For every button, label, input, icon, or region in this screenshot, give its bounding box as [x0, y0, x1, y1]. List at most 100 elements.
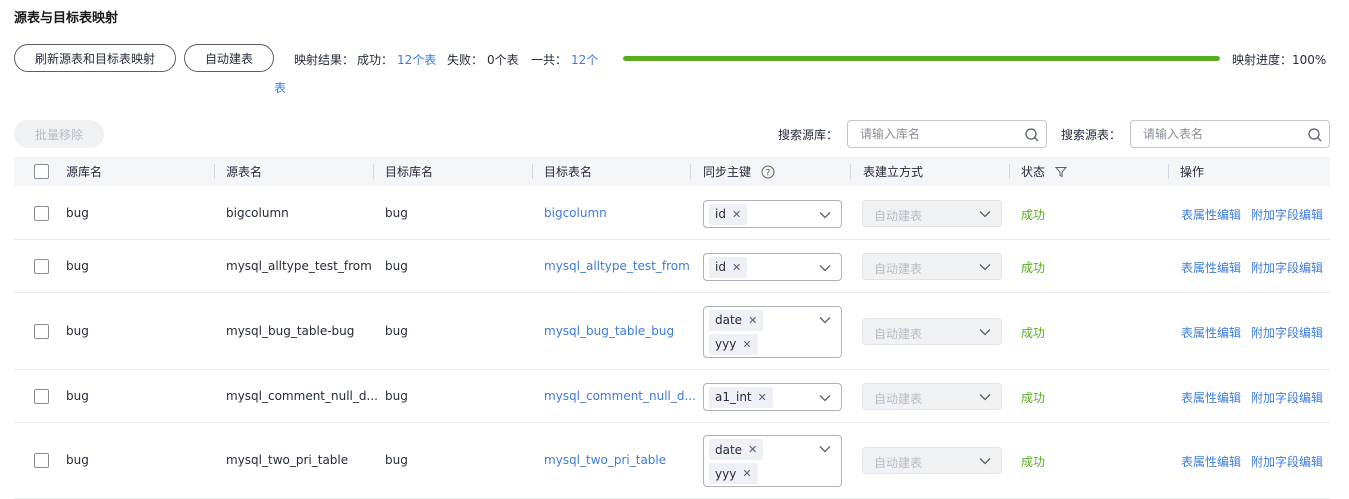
cell-target-table-link[interactable]: bigcolumn: [544, 206, 607, 220]
status-text: 成功: [1021, 455, 1046, 469]
result-prefix: 映射结果：: [294, 53, 355, 67]
search-source-db-label: 搜索源库：: [778, 128, 839, 142]
search-source-db-input[interactable]: [860, 127, 1020, 141]
edit-extra-fields-link[interactable]: 附加字段编辑: [1251, 259, 1323, 276]
edit-extra-fields-link[interactable]: 附加字段编辑: [1251, 324, 1323, 341]
edit-table-props-link[interactable]: 表属性编辑: [1181, 389, 1241, 406]
chevron-down-icon: [979, 458, 991, 465]
sync-pk-select[interactable]: date ✕ yyy ✕: [703, 435, 842, 487]
sync-pk-select[interactable]: id ✕: [703, 199, 842, 228]
column-header-source-table: 源表名: [226, 165, 263, 179]
page-title: 源表与目标表映射: [14, 11, 119, 26]
key-tag: yyy ✕: [709, 463, 758, 484]
create-mode-value: 自动建表: [874, 326, 923, 341]
refresh-mapping-button[interactable]: 刷新源表和目标表映射: [14, 44, 176, 72]
row-checkbox[interactable]: [34, 205, 49, 221]
create-mode-value: 自动建表: [874, 208, 923, 223]
mapping-progress-fill: [623, 56, 1220, 61]
select-all-checkbox[interactable]: [34, 164, 49, 179]
status-text: 成功: [1021, 260, 1046, 275]
table-row: bug mysql_two_pri_table bug mysql_two_pr…: [14, 423, 1330, 499]
create-mode-value: 自动建表: [874, 391, 923, 406]
row-checkbox[interactable]: [34, 453, 49, 468]
key-tag: id ✕: [709, 203, 748, 225]
search-icon[interactable]: [1024, 127, 1040, 143]
row-checkbox[interactable]: [34, 388, 49, 404]
key-tag-label: date: [715, 313, 743, 327]
close-icon[interactable]: ✕: [742, 338, 751, 351]
close-icon[interactable]: ✕: [748, 314, 757, 327]
table-row: bug mysql_alltype_test_from bug mysql_al…: [14, 240, 1330, 293]
key-tag: date ✕: [709, 309, 764, 331]
close-icon[interactable]: ✕: [742, 467, 751, 480]
svg-text:?: ?: [766, 168, 771, 178]
cell-target-table-link[interactable]: mysql_alltype_test_from: [544, 259, 690, 273]
close-icon[interactable]: ✕: [732, 208, 741, 221]
column-header-source-db: 源库名: [66, 165, 103, 179]
mapping-progress-bar: [623, 56, 1220, 61]
create-mode-select: 自动建表: [862, 382, 1002, 410]
create-mode-value: 自动建表: [874, 456, 923, 470]
column-header-actions: 操作: [1180, 165, 1205, 179]
key-tag-label: id: [715, 260, 726, 274]
result-total-value-wrap[interactable]: 表: [274, 79, 286, 96]
edit-extra-fields-link[interactable]: 附加字段编辑: [1251, 389, 1323, 406]
chevron-down-icon: [819, 394, 831, 401]
close-icon[interactable]: ✕: [732, 261, 741, 274]
edit-extra-fields-link[interactable]: 附加字段编辑: [1251, 453, 1323, 470]
cell-source-db: bug: [66, 258, 89, 273]
column-header-sync-pk-label: 同步主键: [703, 165, 752, 179]
close-icon[interactable]: ✕: [758, 391, 767, 404]
key-tag-label: a1_int: [715, 390, 752, 404]
result-fail-value: 0个表: [487, 53, 519, 67]
sync-pk-select[interactable]: date ✕ yyy ✕: [703, 305, 842, 358]
sync-pk-select[interactable]: a1_int ✕: [703, 382, 842, 411]
result-success-value[interactable]: 12个表: [397, 51, 436, 68]
cell-target-db: bug: [385, 258, 408, 273]
create-mode-select: 自动建表: [862, 252, 1002, 280]
table-header: 源库名 源表名 目标库名 目标表名 同步主键 ? 表建立方式 状态 操作: [14, 157, 1330, 186]
column-header-status-label: 状态: [1021, 165, 1046, 179]
edit-table-props-link[interactable]: 表属性编辑: [1181, 453, 1241, 470]
result-total-value[interactable]: 12个: [571, 51, 598, 68]
cell-target-db: bug: [385, 453, 408, 467]
row-checkbox[interactable]: [34, 258, 49, 274]
key-tag-label: date: [715, 442, 743, 457]
key-tag-label: yyy: [715, 337, 737, 351]
edit-extra-fields-link[interactable]: 附加字段编辑: [1251, 206, 1323, 223]
chevron-down-icon: [979, 210, 991, 217]
chevron-down-icon: [819, 211, 831, 218]
search-icon[interactable]: [1307, 127, 1323, 143]
sync-pk-select[interactable]: id ✕: [703, 252, 842, 281]
cell-target-table-link[interactable]: mysql_two_pri_table: [544, 453, 666, 467]
search-source-table-input[interactable]: [1143, 127, 1303, 141]
result-fail-label: 失败：: [447, 53, 484, 67]
close-icon[interactable]: ✕: [748, 443, 757, 456]
column-header-target-table: 目标表名: [544, 165, 593, 179]
status-text: 成功: [1021, 207, 1046, 222]
filter-icon[interactable]: [1055, 166, 1068, 178]
row-checkbox[interactable]: [34, 323, 49, 339]
result-total-label: 一共：: [531, 53, 568, 67]
status-text: 成功: [1021, 325, 1046, 340]
help-circle-icon[interactable]: ?: [761, 165, 775, 179]
edit-table-props-link[interactable]: 表属性编辑: [1181, 259, 1241, 276]
cell-target-table-link[interactable]: mysql_bug_table_bug: [544, 324, 674, 338]
key-tag-label: yyy: [715, 466, 737, 481]
cell-source-table: mysql_bug_table-bug: [226, 323, 355, 338]
key-tag: a1_int ✕: [709, 386, 773, 408]
cell-target-db: bug: [385, 388, 408, 403]
table-row: bug bigcolumn bug bigcolumn id ✕ 自动建表 成功 …: [14, 187, 1330, 240]
table-row: bug mysql_comment_null_d... bug mysql_co…: [14, 370, 1330, 423]
edit-table-props-link[interactable]: 表属性编辑: [1181, 206, 1241, 223]
result-success-label: 成功：: [357, 53, 394, 67]
chevron-down-icon: [979, 328, 991, 335]
batch-remove-button[interactable]: 批量移除: [14, 120, 104, 148]
cell-source-db: bug: [66, 388, 89, 403]
cell-target-table-link[interactable]: mysql_comment_null_d...: [544, 389, 696, 403]
key-tag: date ✕: [709, 439, 764, 460]
edit-table-props-link[interactable]: 表属性编辑: [1181, 324, 1241, 341]
status-text: 成功: [1021, 390, 1046, 405]
auto-create-table-button[interactable]: 自动建表: [184, 44, 274, 72]
column-header-create-mode: 表建立方式: [863, 165, 924, 179]
